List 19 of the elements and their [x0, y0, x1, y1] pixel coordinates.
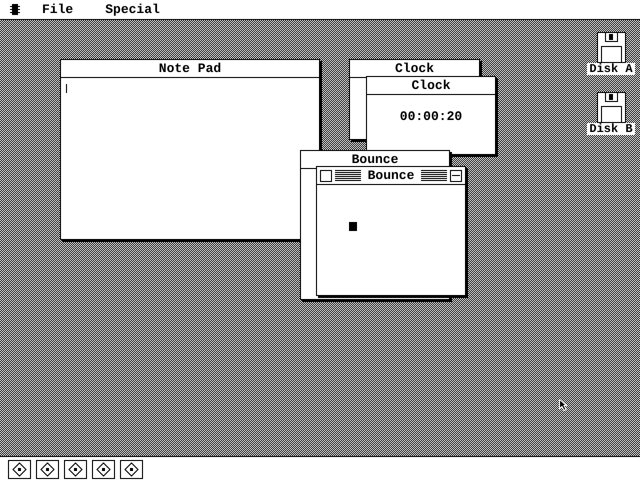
tray-icon-button[interactable]: [120, 460, 143, 479]
zoom-box[interactable]: [450, 170, 462, 182]
disk-label[interactable]: Disk A: [587, 63, 635, 75]
text-cursor: [66, 84, 67, 93]
close-box[interactable]: [320, 170, 332, 182]
title-bar[interactable]: Note Pad: [61, 60, 319, 78]
tray-icon-button[interactable]: [8, 460, 31, 479]
mouse-pointer-icon: [559, 399, 567, 411]
tray-icon-button[interactable]: [64, 460, 87, 479]
title-stripes: [421, 170, 447, 181]
clock-time: 00:00:20: [400, 108, 462, 126]
tray-icon-button[interactable]: [92, 460, 115, 479]
title-bar[interactable]: Clock: [367, 77, 495, 95]
title-bar[interactable]: Bounce: [317, 167, 465, 185]
menu-item[interactable]: Special: [93, 0, 180, 18]
tray-icon-button[interactable]: [36, 460, 59, 479]
menu-item[interactable]: File: [30, 0, 94, 18]
title-stripes: [335, 170, 361, 181]
disk-label[interactable]: Disk B: [587, 123, 635, 135]
